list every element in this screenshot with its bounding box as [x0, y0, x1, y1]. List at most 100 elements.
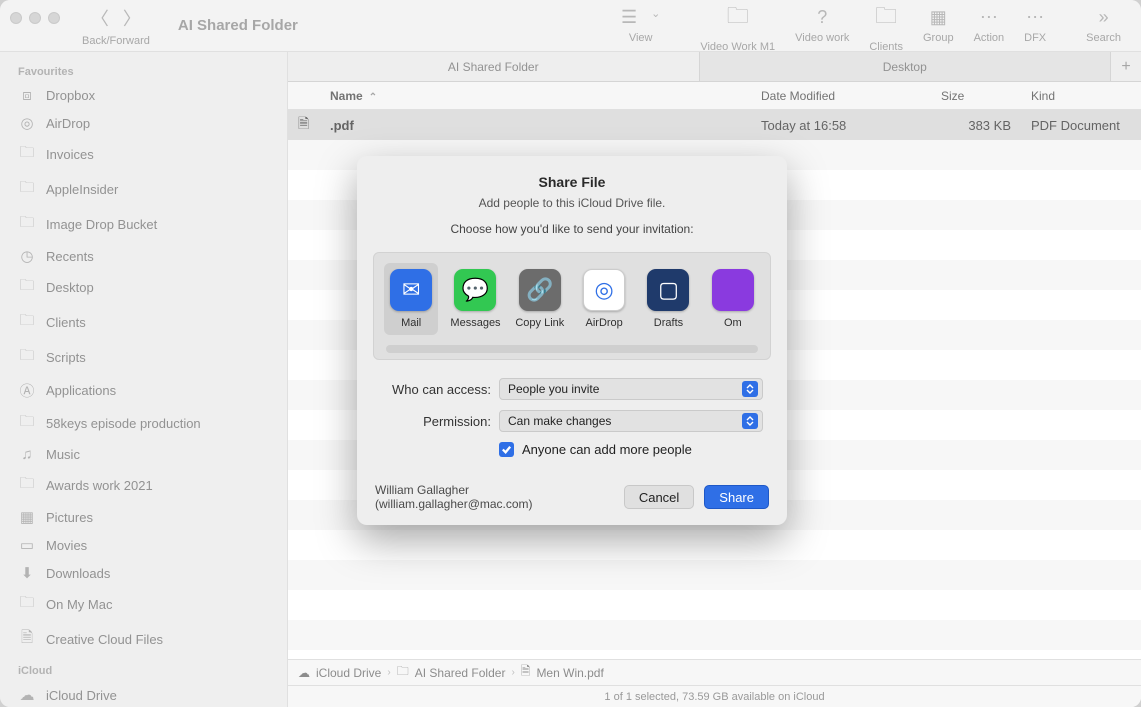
sidebar-item-label: Music	[46, 447, 80, 462]
share-app-mail[interactable]: ✉ Mail	[384, 263, 438, 335]
dialog-title: Share File	[357, 174, 787, 190]
sidebar-item[interactable]: 🗎Creative Cloud Files	[0, 622, 287, 657]
sidebar-item-label: Downloads	[46, 566, 110, 581]
column-kind[interactable]: Kind	[1021, 89, 1141, 103]
back-icon[interactable]: 〈	[91, 5, 109, 31]
sidebar-item-label: Pictures	[46, 510, 93, 525]
overflow-icon: ⋯	[1026, 7, 1044, 28]
sidebar-section-header: iCloud	[0, 657, 287, 681]
anyone-label: Anyone can add more people	[522, 442, 692, 457]
toolbar: 〈 〉 Back/Forward AI Shared Folder ☰⌄ Vie…	[0, 0, 1141, 52]
zoom-icon[interactable]	[48, 12, 60, 24]
status-bar: 1 of 1 selected, 73.59 GB available on i…	[288, 685, 1141, 707]
share-app-messages[interactable]: 💬Messages	[448, 263, 502, 335]
sidebar-item[interactable]: ☁iCloud Drive	[0, 681, 287, 707]
folder-icon: 🗀	[18, 345, 36, 370]
sidebar-item[interactable]: 🗀Awards work 2021	[0, 468, 287, 503]
folder-icon: 🗀	[875, 0, 897, 37]
dfx-button[interactable]: ⋯ DFX	[1024, 7, 1046, 44]
share-app-omni[interactable]: Om	[706, 263, 760, 335]
tab-label: Desktop	[883, 60, 927, 74]
folder-shortcut-0[interactable]: 🗀 Video Work M1	[700, 0, 775, 53]
chevron-updown-icon	[742, 381, 758, 397]
path-segment[interactable]: Men Win.pdf	[536, 666, 603, 680]
sidebar-item[interactable]: ▭Movies	[0, 531, 287, 559]
sidebar-item[interactable]: 🗀Invoices	[0, 137, 287, 172]
window-controls[interactable]	[10, 12, 60, 24]
sort-asc-icon: ⌃	[369, 92, 377, 103]
column-date[interactable]: Date Modified	[751, 89, 931, 103]
access-select[interactable]: People you invite	[499, 378, 763, 400]
sidebar: Favourites⧈Dropbox◎AirDrop🗀Invoices🗀Appl…	[0, 52, 288, 707]
share-method-panel: ✉Mail💬Messages🔗Copy Link◎AirDrop▢Drafts …	[373, 252, 771, 360]
share-button[interactable]: Share	[704, 485, 769, 509]
sidebar-item[interactable]: 🗀Clients	[0, 305, 287, 340]
sidebar-item[interactable]: 🗀 58keys episode production	[0, 406, 287, 441]
omni-icon	[712, 269, 754, 311]
path-segment[interactable]: AI Shared Folder	[415, 666, 506, 680]
column-name[interactable]: Name⌃	[320, 89, 751, 103]
folder-shortcut-2[interactable]: 🗀 Clients	[869, 0, 903, 53]
folder-icon: 🗀	[18, 411, 36, 436]
sidebar-item[interactable]: ⒶApplications	[0, 375, 287, 406]
view-label: View	[629, 32, 653, 44]
action-label: Action	[974, 32, 1005, 44]
sidebar-item[interactable]: ⧈Dropbox	[0, 82, 287, 109]
sidebar-item[interactable]: 🗀On My Mac	[0, 587, 287, 622]
close-icon[interactable]	[10, 12, 22, 24]
sidebar-item[interactable]: 🗀 Scripts	[0, 340, 287, 375]
path-segment[interactable]: iCloud Drive	[316, 666, 381, 680]
pictures-icon: ▦	[18, 508, 36, 526]
sidebar-item[interactable]: 🗀AppleInsider	[0, 172, 287, 207]
anyone-checkbox[interactable]	[499, 442, 514, 457]
tab-inactive[interactable]: Desktop	[700, 52, 1112, 81]
sidebar-item-label: Scripts	[46, 350, 86, 365]
forward-icon[interactable]: 〉	[123, 5, 141, 31]
sidebar-item[interactable]: 🗀Desktop	[0, 270, 287, 305]
cancel-button[interactable]: Cancel	[624, 485, 694, 509]
chevron-updown-icon	[742, 413, 758, 429]
column-size[interactable]: Size	[931, 89, 1021, 103]
back-forward-group[interactable]: 〈 〉 Back/Forward	[82, 5, 150, 47]
chevron-right-icon: ›	[511, 667, 514, 678]
apps-scrollbar[interactable]	[386, 345, 758, 353]
permission-select[interactable]: Can make changes	[499, 410, 763, 432]
sidebar-item[interactable]: ◷Recents	[0, 242, 287, 270]
toolbar-folder-label: Group	[923, 32, 954, 44]
sidebar-item-label: 58keys episode production	[46, 416, 201, 431]
cell-size: 383 KB	[931, 118, 1021, 133]
share-app-label: Mail	[401, 317, 421, 329]
folder-shortcut-1[interactable]: ? Video work	[795, 7, 849, 44]
toolbar-overflow[interactable]: » Search	[1086, 7, 1121, 44]
permission-label: Permission:	[381, 414, 491, 429]
share-app-airdrop[interactable]: ◎AirDrop	[577, 263, 631, 335]
toolbar-folder-label: Video work	[795, 32, 849, 44]
dialog-user: William Gallagher (william.gallagher@mac…	[375, 483, 614, 511]
gear-icon: ⋯	[980, 7, 998, 28]
folder-icon: 🗀	[18, 142, 36, 167]
table-row[interactable]: 🗎.pdfToday at 16:58383 KBPDF Document	[288, 110, 1141, 140]
sidebar-item[interactable]: ▦ Pictures	[0, 503, 287, 531]
sidebar-item[interactable]: ⬇Downloads	[0, 559, 287, 587]
share-app-copylink[interactable]: 🔗Copy Link	[513, 263, 567, 335]
file-icon: 🗎	[298, 115, 309, 131]
folder-shortcut-3[interactable]: ▦ Group	[923, 7, 954, 44]
action-menu[interactable]: ⋯ Action	[974, 7, 1005, 44]
sidebar-item[interactable]: ◎AirDrop	[0, 109, 287, 137]
tab-active[interactable]: AI Shared Folder	[288, 52, 700, 81]
view-switch[interactable]: ☰ ⌄ View	[621, 7, 660, 44]
minimize-icon[interactable]	[29, 12, 41, 24]
mail-icon: ✉	[390, 269, 432, 311]
share-app-drafts[interactable]: ▢Drafts	[641, 263, 695, 335]
sidebar-section-header: Favourites	[0, 58, 287, 82]
path-seg-icon: 🗀	[397, 662, 409, 683]
sidebar-item-label: Clients	[46, 315, 86, 330]
sidebar-item-label: AirDrop	[46, 116, 90, 131]
cell-kind: PDF Document	[1021, 118, 1141, 133]
new-tab-button[interactable]: +	[1111, 52, 1141, 81]
sidebar-item-label: Applications	[46, 383, 116, 398]
chevron-down-icon[interactable]: ⌄	[651, 7, 660, 28]
sidebar-item[interactable]: ♫Music	[0, 441, 287, 468]
sidebar-item[interactable]: 🗀Image Drop Bucket	[0, 207, 287, 242]
list-view-icon[interactable]: ☰	[621, 7, 637, 28]
